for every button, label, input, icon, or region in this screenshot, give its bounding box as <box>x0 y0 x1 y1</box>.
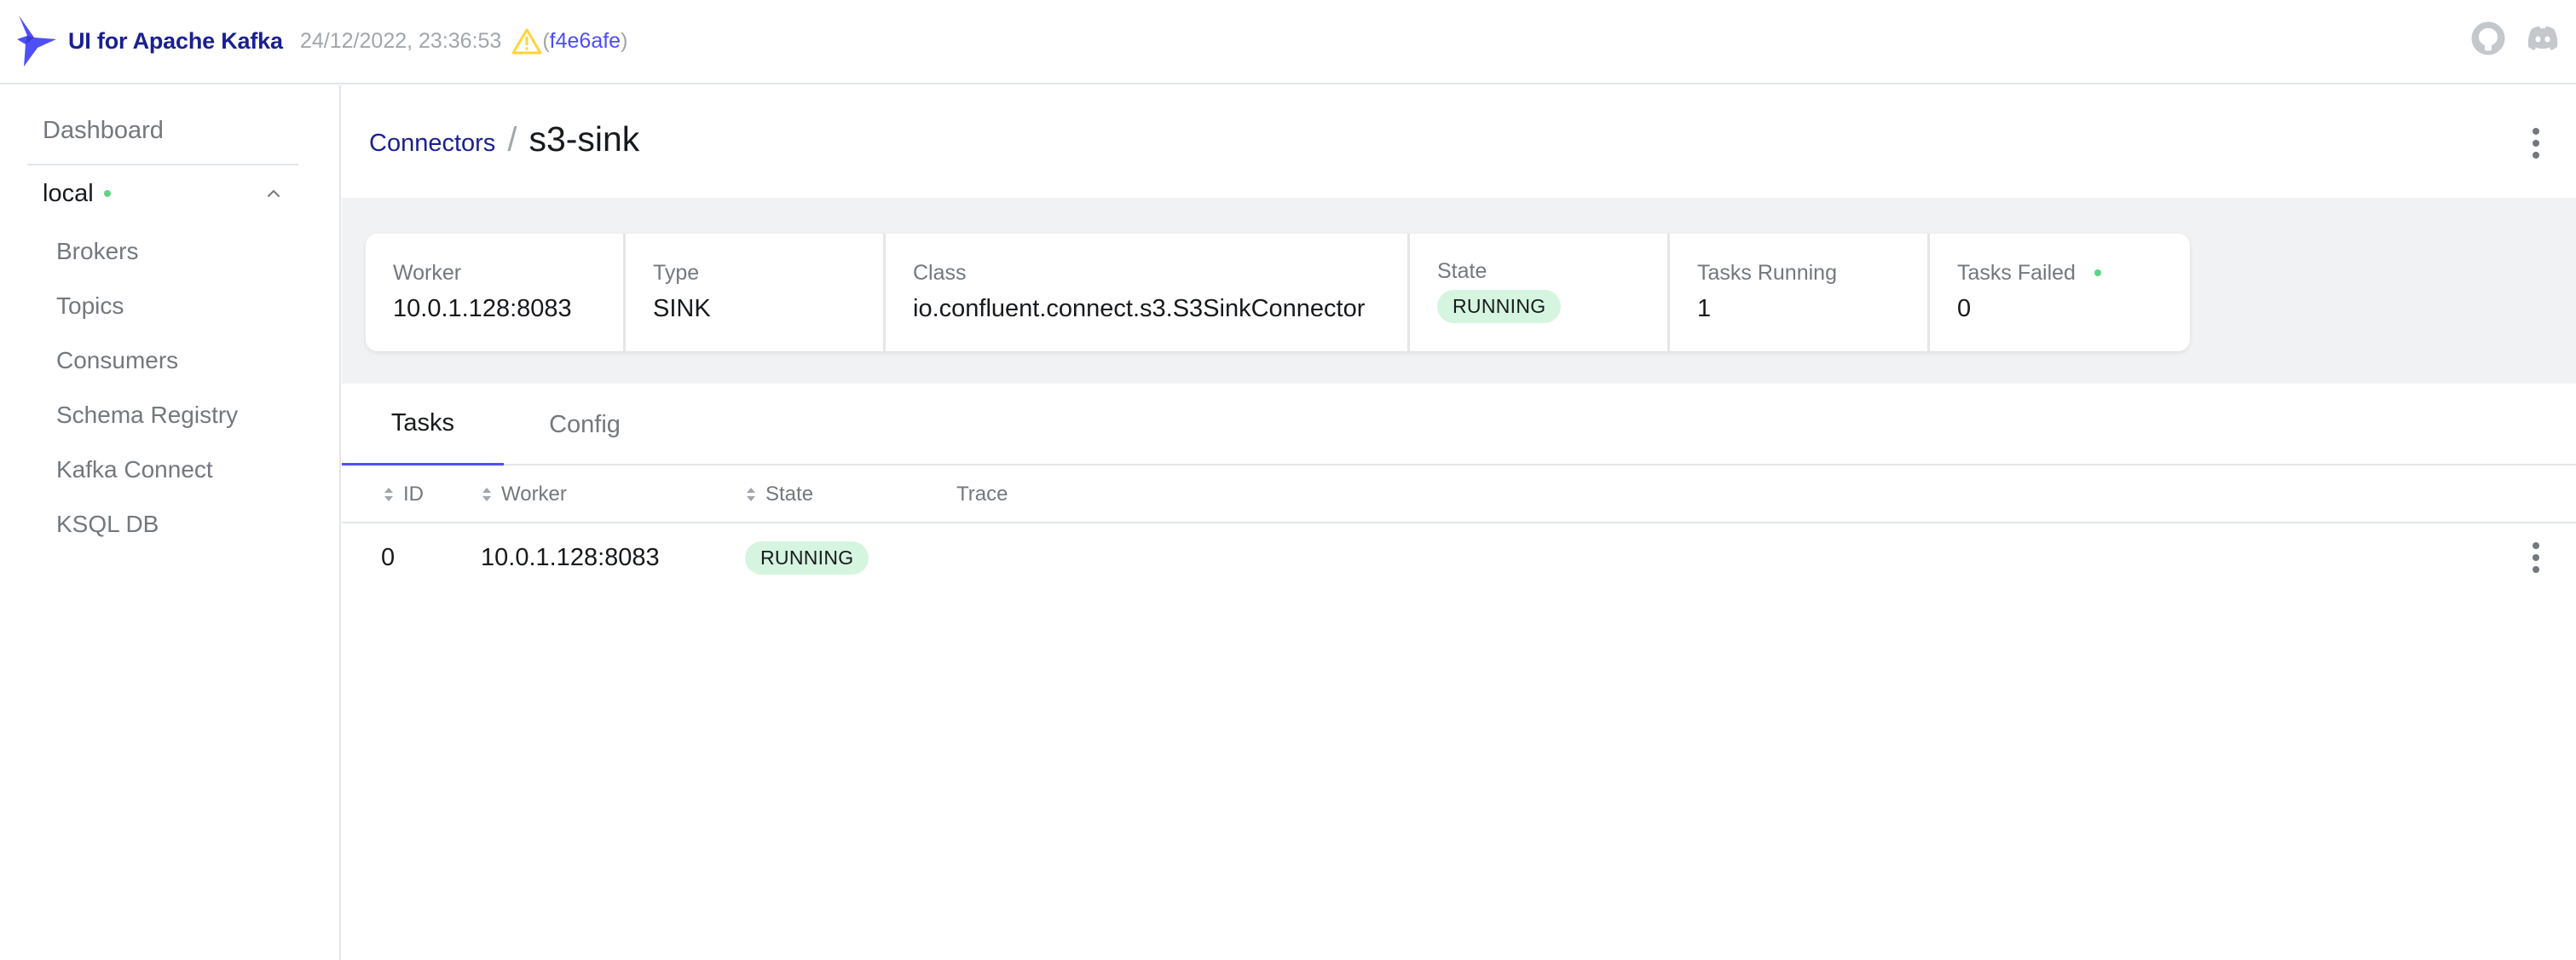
column-header-worker[interactable]: Worker <box>481 466 567 523</box>
github-icon[interactable] <box>2470 20 2506 56</box>
metric-value: SINK <box>653 295 711 322</box>
brand-link[interactable]: UI for Apache Kafka <box>15 14 283 68</box>
cluster-name: local <box>43 179 94 207</box>
build-info: 24/12/2022, 23:36:53 ( f4e6afe ) <box>300 27 627 55</box>
brand-title: UI for Apache Kafka <box>68 27 283 54</box>
cluster-status-dot <box>103 190 111 197</box>
commit-link[interactable]: f4e6afe <box>550 29 621 54</box>
metric-value: io.confluent.connect.s3.S3SinkConnector <box>913 295 1366 322</box>
page-header: Connectors / s3-sink <box>342 85 2576 198</box>
column-header-trace: Trace <box>956 466 1008 523</box>
sort-icon <box>747 488 755 501</box>
status-dot <box>2094 269 2101 276</box>
connector-actions-menu-icon[interactable] <box>2531 128 2541 159</box>
breadcrumb-separator: / <box>507 121 517 159</box>
build-time: 24/12/2022, 23:36:53 <box>300 28 502 53</box>
metric-value: 10.0.1.128:8083 <box>393 295 572 322</box>
sidebar-cluster-local[interactable]: local <box>27 172 298 215</box>
sort-icon <box>482 488 491 501</box>
sidebar-divider <box>27 164 298 165</box>
column-header-label: Trace <box>956 483 1008 506</box>
metric-worker: Worker 10.0.1.128:8083 <box>366 234 626 351</box>
metric-label: Worker <box>393 260 462 285</box>
sidebar-item-dashboard[interactable]: Dashboard <box>27 109 298 152</box>
task-id: 0 <box>381 543 396 571</box>
column-header-state[interactable]: State <box>745 466 813 523</box>
sidebar-item-ksql-db[interactable]: KSQL DB <box>43 503 298 546</box>
commit-paren-close: ) <box>621 28 628 53</box>
metric-label-text: Tasks Failed <box>1957 260 2076 285</box>
tabs: Tasks Config <box>342 384 2576 466</box>
sidebar-item-consumers[interactable]: Consumers <box>43 339 298 382</box>
kafka-ui-logo-icon <box>17 15 56 67</box>
tasks-table: ID Worker State Trace 0 10.0.1.128:8083 <box>342 466 2576 592</box>
commit-paren-open: ( <box>542 28 550 53</box>
metric-value: 1 <box>1697 295 1712 322</box>
metric-value-wrap: RUNNING <box>1437 290 1640 323</box>
metrics-section: Worker 10.0.1.128:8083 Type SINK Class i… <box>342 198 2576 384</box>
main-content: Connectors / s3-sink Worker 10.0.1.128:8… <box>342 85 2576 960</box>
sidebar: Dashboard local Brokers Topics Consumers… <box>0 85 341 960</box>
metric-class: Class io.confluent.connect.s3.S3SinkConn… <box>886 234 1410 351</box>
breadcrumb-connectors-link[interactable]: Connectors <box>369 130 495 158</box>
tab-tasks[interactable]: Tasks <box>342 384 504 466</box>
metric-label: Tasks Running <box>1697 260 1837 285</box>
breadcrumb: Connectors / s3-sink <box>369 119 639 159</box>
sidebar-item-brokers[interactable]: Brokers <box>43 230 298 273</box>
page-title: s3-sink <box>528 119 640 159</box>
metric-label: Tasks Failed <box>1957 259 2163 286</box>
discord-icon[interactable] <box>2525 20 2561 56</box>
table-header: ID Worker State Trace <box>342 466 2576 523</box>
sidebar-item-kafka-connect[interactable]: Kafka Connect <box>43 448 298 491</box>
status-badge: RUNNING <box>745 541 869 575</box>
metric-label: Class <box>913 260 967 285</box>
metric-tasks-running: Tasks Running 1 <box>1670 234 1930 351</box>
metric-label: Type <box>653 260 700 285</box>
tab-config[interactable]: Config <box>504 384 666 466</box>
metric-state: State RUNNING <box>1410 234 1670 351</box>
metric-value: 0 <box>1957 295 1972 322</box>
navbar: UI for Apache Kafka 24/12/2022, 23:36:53… <box>0 0 2576 84</box>
column-header-id[interactable]: ID <box>383 466 424 523</box>
task-worker: 10.0.1.128:8083 <box>481 543 660 571</box>
task-actions-menu-icon[interactable] <box>2531 542 2541 573</box>
sidebar-item-topics[interactable]: Topics <box>43 285 298 327</box>
table-row: 0 10.0.1.128:8083 RUNNING <box>342 523 2576 592</box>
task-state-cell: RUNNING <box>745 523 869 592</box>
metrics-panel: Worker 10.0.1.128:8083 Type SINK Class i… <box>366 234 2190 351</box>
chevron-up-icon[interactable] <box>264 184 283 203</box>
warning-icon[interactable] <box>511 27 542 55</box>
column-header-label: ID <box>403 483 424 506</box>
metric-label: State <box>1437 258 1487 283</box>
metric-type: Type SINK <box>626 234 886 351</box>
status-badge: RUNNING <box>1437 290 1562 323</box>
external-links <box>2470 20 2561 56</box>
column-header-label: State <box>765 483 814 506</box>
sidebar-item-schema-registry[interactable]: Schema Registry <box>43 394 298 437</box>
column-header-label: Worker <box>501 483 567 506</box>
sort-icon <box>384 488 393 501</box>
metric-tasks-failed: Tasks Failed 0 <box>1930 234 2190 351</box>
